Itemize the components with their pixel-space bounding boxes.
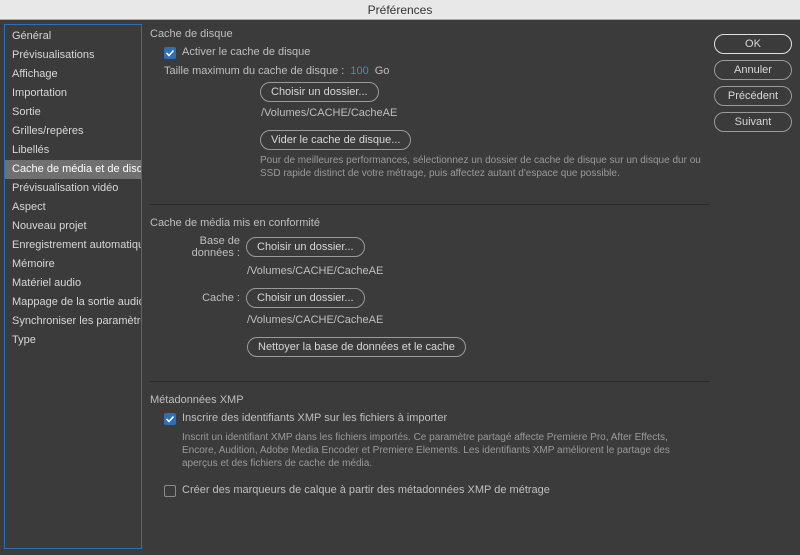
disk-cache-choose-folder-button[interactable]: Choisir un dossier... bbox=[260, 82, 379, 102]
sidebar-item[interactable]: Général bbox=[5, 27, 141, 46]
create-layer-markers-checkbox[interactable] bbox=[164, 485, 176, 497]
sidebar-item[interactable]: Prévisualisations bbox=[5, 46, 141, 65]
database-label: Base de données : bbox=[162, 235, 240, 259]
write-xmp-ids-checkbox[interactable] bbox=[164, 413, 176, 425]
enable-disk-cache-checkbox[interactable] bbox=[164, 47, 176, 59]
sidebar-item-label: Libellés bbox=[12, 144, 49, 156]
cache-path: /Volumes/CACHE/CacheAE bbox=[247, 313, 710, 327]
media-cache-title: Cache de média mis en conformité bbox=[150, 217, 710, 229]
sidebar-item[interactable]: Mappage de la sortie audio bbox=[5, 293, 141, 312]
media-cache-section: Cache de média mis en conformité Base de… bbox=[150, 217, 710, 363]
sidebar-item-label: Prévisualisations bbox=[12, 49, 95, 61]
window-title: Préférences bbox=[368, 3, 433, 17]
database-choose-folder-button[interactable]: Choisir un dossier... bbox=[246, 237, 365, 257]
previous-button[interactable]: Précédent bbox=[714, 86, 792, 106]
sidebar-item[interactable]: Affichage bbox=[5, 65, 141, 84]
sidebar-item-label: Synchroniser les paramètres bbox=[12, 315, 141, 327]
write-xmp-ids-note: Inscrit un identifiant XMP dans les fich… bbox=[182, 431, 682, 470]
sidebar-item-label: Mémoire bbox=[12, 258, 55, 270]
sidebar-item-label: Affichage bbox=[12, 68, 58, 80]
xmp-metadata-section: Métadonnées XMP Inscrire des identifiant… bbox=[150, 394, 710, 509]
sidebar-item-label: Cache de média et de disque bbox=[12, 163, 141, 175]
category-sidebar: Général Prévisualisations Affichage Importa… bbox=[4, 24, 142, 549]
disk-cache-note: Pour de meilleures performances, sélecti… bbox=[260, 154, 710, 180]
sidebar-item-label: Général bbox=[12, 30, 51, 42]
disk-cache-section: Cache de disque Activer le cache de disq… bbox=[150, 28, 710, 186]
max-cache-size-unit: Go bbox=[375, 65, 390, 77]
sidebar-item[interactable]: Aspect bbox=[5, 198, 141, 217]
sidebar-item-label: Mappage de la sortie audio bbox=[12, 296, 141, 308]
clean-database-cache-button[interactable]: Nettoyer la base de données et le cache bbox=[247, 337, 466, 357]
sidebar-item-label: Grilles/repères bbox=[12, 125, 84, 137]
divider bbox=[150, 381, 710, 382]
empty-disk-cache-button[interactable]: Vider le cache de disque... bbox=[260, 130, 411, 150]
sidebar-item-label: Matériel audio bbox=[12, 277, 81, 289]
window-titlebar: Préférences bbox=[0, 0, 800, 20]
sidebar-item-label: Importation bbox=[12, 87, 67, 99]
divider bbox=[150, 204, 710, 205]
sidebar-item-label: Aspect bbox=[12, 201, 46, 213]
database-path: /Volumes/CACHE/CacheAE bbox=[247, 264, 710, 278]
cancel-button[interactable]: Annuler bbox=[714, 60, 792, 80]
main-panel: Cache de disque Activer le cache de disq… bbox=[146, 24, 710, 549]
sidebar-item-label: Nouveau projet bbox=[12, 220, 87, 232]
sidebar-item-label: Enregistrement automatique bbox=[12, 239, 141, 251]
enable-disk-cache-label: Activer le cache de disque bbox=[182, 46, 310, 58]
dialog-buttons: OK Annuler Précédent Suivant bbox=[714, 24, 796, 549]
cache-label: Cache : bbox=[162, 292, 240, 304]
create-layer-markers-label: Créer des marqueurs de calque à partir d… bbox=[182, 484, 550, 496]
ok-button[interactable]: OK bbox=[714, 34, 792, 54]
sidebar-item[interactable]: Synchroniser les paramètres bbox=[5, 312, 141, 331]
xmp-title: Métadonnées XMP bbox=[150, 394, 710, 406]
max-cache-size-value[interactable]: 100 bbox=[350, 65, 368, 77]
disk-cache-title: Cache de disque bbox=[150, 28, 710, 40]
sidebar-item[interactable]: Mémoire bbox=[5, 255, 141, 274]
next-button[interactable]: Suivant bbox=[714, 112, 792, 132]
sidebar-item-label: Type bbox=[12, 334, 36, 346]
sidebar-item[interactable]: Nouveau projet bbox=[5, 217, 141, 236]
max-cache-size-label: Taille maximum du cache de disque : bbox=[164, 65, 344, 77]
sidebar-item[interactable]: Prévisualisation vidéo bbox=[5, 179, 141, 198]
sidebar-item[interactable]: Grilles/repères bbox=[5, 122, 141, 141]
sidebar-item[interactable]: Sortie bbox=[5, 103, 141, 122]
sidebar-item[interactable]: Type bbox=[5, 331, 141, 350]
sidebar-item-label: Sortie bbox=[12, 106, 41, 118]
cache-choose-folder-button[interactable]: Choisir un dossier... bbox=[246, 288, 365, 308]
sidebar-item[interactable]: Matériel audio bbox=[5, 274, 141, 293]
sidebar-item[interactable]: Enregistrement automatique bbox=[5, 236, 141, 255]
write-xmp-ids-label: Inscrire des identifiants XMP sur les fi… bbox=[182, 412, 447, 424]
window-content: Général Prévisualisations Affichage Importa… bbox=[0, 20, 800, 553]
sidebar-item[interactable]: Cache de média et de disque bbox=[5, 160, 141, 179]
sidebar-item-label: Prévisualisation vidéo bbox=[12, 182, 118, 194]
sidebar-item[interactable]: Importation bbox=[5, 84, 141, 103]
sidebar-item[interactable]: Libellés bbox=[5, 141, 141, 160]
disk-cache-path: /Volumes/CACHE/CacheAE bbox=[261, 106, 710, 120]
